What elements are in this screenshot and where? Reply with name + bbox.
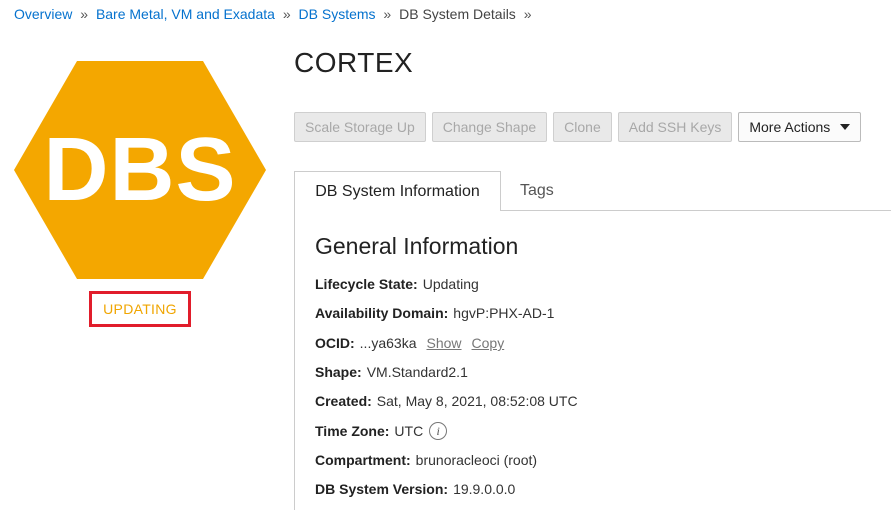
created-row: Created: Sat, May 8, 2021, 08:52:08 UTC bbox=[315, 393, 578, 409]
breadcrumb-current: DB System Details bbox=[399, 6, 516, 22]
breadcrumb-separator: » bbox=[282, 6, 291, 22]
add-ssh-keys-button[interactable]: Add SSH Keys bbox=[617, 112, 733, 142]
ocid-show-link[interactable]: Show bbox=[427, 335, 462, 351]
field-label: Time Zone: bbox=[315, 423, 390, 439]
breadcrumb-overview[interactable]: Overview bbox=[14, 6, 72, 22]
breadcrumb-db-systems[interactable]: DB Systems bbox=[299, 6, 376, 22]
field-value: Updating bbox=[422, 276, 479, 292]
dbs-badge-text: DBS bbox=[43, 119, 237, 220]
caret-down-icon bbox=[840, 124, 851, 130]
more-actions-button[interactable]: More Actions bbox=[738, 112, 862, 142]
detail-tabs: DB System Information Tags bbox=[294, 171, 891, 211]
section-heading: General Information bbox=[315, 233, 519, 259]
lifecycle-status-badge: UPDATING bbox=[89, 291, 191, 327]
change-shape-button[interactable]: Change Shape bbox=[431, 112, 548, 142]
field-value: Sat, May 8, 2021, 08:52:08 UTC bbox=[376, 393, 578, 409]
scale-storage-up-button[interactable]: Scale Storage Up bbox=[294, 112, 426, 142]
lifecycle-state-row: Lifecycle State: Updating bbox=[315, 276, 479, 292]
field-label: OCID: bbox=[315, 335, 355, 351]
field-label: Shape: bbox=[315, 364, 362, 380]
field-value: ...ya63ka bbox=[359, 335, 417, 351]
field-label: DB System Version: bbox=[315, 481, 449, 497]
info-icon[interactable]: i bbox=[429, 422, 448, 440]
more-actions-label: More Actions bbox=[749, 119, 831, 135]
breadcrumb: Overview » Bare Metal, VM and Exadata » … bbox=[14, 6, 536, 22]
action-toolbar: Scale Storage Up Change Shape Clone Add … bbox=[294, 112, 862, 142]
ocid-row: OCID: ...ya63ka Show Copy bbox=[315, 335, 504, 351]
field-value: brunoracleoci (root) bbox=[415, 452, 538, 468]
compartment-row: Compartment: brunoracleoci (root) bbox=[315, 452, 537, 468]
field-label: Lifecycle State: bbox=[315, 276, 418, 292]
time-zone-row: Time Zone: UTC i bbox=[315, 422, 448, 440]
breadcrumb-separator: » bbox=[383, 6, 392, 22]
db-system-version-row: DB System Version: 19.9.0.0.0 bbox=[315, 481, 515, 497]
breadcrumb-separator: » bbox=[80, 6, 89, 22]
field-value: 19.9.0.0.0 bbox=[453, 481, 516, 497]
field-value: hgvP:PHX-AD-1 bbox=[453, 305, 555, 321]
page-title: CORTEX bbox=[294, 47, 414, 78]
shape-row: Shape: VM.Standard2.1 bbox=[315, 364, 468, 380]
field-label: Created: bbox=[315, 393, 372, 409]
breadcrumb-separator: » bbox=[523, 6, 532, 22]
ocid-copy-link[interactable]: Copy bbox=[472, 335, 505, 351]
tab-tags[interactable]: Tags bbox=[520, 171, 554, 211]
field-value: VM.Standard2.1 bbox=[366, 364, 468, 380]
field-label: Availability Domain: bbox=[315, 305, 449, 321]
clone-button[interactable]: Clone bbox=[553, 112, 612, 142]
availability-domain-row: Availability Domain: hgvP:PHX-AD-1 bbox=[315, 305, 554, 321]
field-value: UTC bbox=[394, 423, 424, 439]
tab-db-system-information[interactable]: DB System Information bbox=[294, 171, 501, 211]
field-label: Compartment: bbox=[315, 452, 411, 468]
breadcrumb-bare-metal[interactable]: Bare Metal, VM and Exadata bbox=[96, 6, 275, 22]
dbs-badge: DBS bbox=[14, 61, 266, 279]
